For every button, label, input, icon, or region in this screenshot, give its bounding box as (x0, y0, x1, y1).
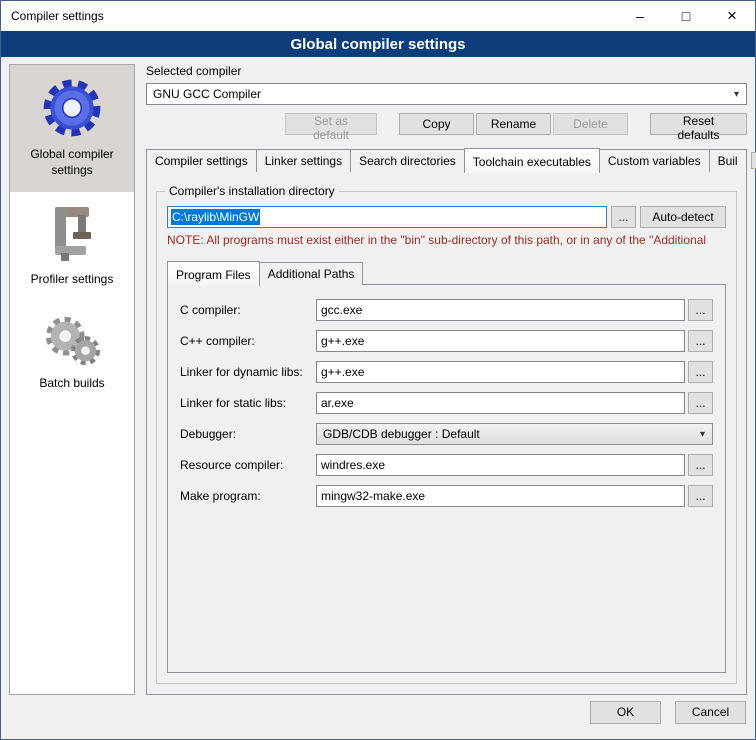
debugger-row: Debugger: GDB/CDB debugger : Default ▾ (180, 423, 713, 445)
static-linker-row: Linker for static libs: ... (180, 392, 713, 414)
tab-scroll-left-icon[interactable]: ◄ (751, 152, 756, 169)
sidebar-item-batch-builds[interactable]: Batch builds (10, 302, 134, 406)
dialog-header: Global compiler settings (1, 31, 755, 57)
make-program-label: Make program: (180, 489, 316, 503)
clamp-tool-icon (14, 202, 130, 266)
cpp-compiler-label: C++ compiler: (180, 334, 316, 348)
compiler-select[interactable]: GNU GCC Compiler ▾ (146, 83, 747, 105)
subtab-additional-paths[interactable]: Additional Paths (259, 262, 364, 285)
resource-compiler-label: Resource compiler: (180, 458, 316, 472)
settings-category-list: Global compiler settings Profiler settin… (9, 64, 135, 695)
sidebar-item-label: Batch builds (14, 376, 130, 392)
installation-directory-browse-button[interactable]: ... (611, 206, 636, 228)
sidebar-item-global-compiler-settings[interactable]: Global compiler settings (10, 65, 134, 192)
subtab-program-files[interactable]: Program Files (167, 261, 260, 286)
c-compiler-row: C compiler: ... (180, 299, 713, 321)
titlebar: Compiler settings – □ × (1, 1, 755, 31)
main-panel: Selected compiler GNU GCC Compiler ▾ Set… (146, 64, 747, 695)
chevron-down-icon: ▾ (734, 89, 739, 100)
debugger-select-value: GDB/CDB debugger : Default (323, 427, 480, 441)
c-compiler-input[interactable] (316, 299, 685, 321)
tab-custom-variables[interactable]: Custom variables (599, 149, 710, 172)
resource-compiler-input[interactable] (316, 454, 685, 476)
tab-search-directories[interactable]: Search directories (350, 149, 465, 172)
settings-tabstrip: Compiler settings Linker settings Search… (146, 148, 747, 172)
static-linker-label: Linker for static libs: (180, 396, 316, 410)
compiler-settings-window: Compiler settings – □ × Global compiler … (0, 0, 756, 740)
installation-directory-groupbox: Compiler's installation directory C:\ray… (156, 191, 737, 684)
chevron-down-icon: ▾ (700, 429, 705, 440)
minimize-button[interactable]: – (617, 1, 663, 31)
debugger-select[interactable]: GDB/CDB debugger : Default ▾ (316, 423, 713, 445)
cpp-compiler-row: C++ compiler: ... (180, 330, 713, 352)
sidebar-item-label: Global compiler settings (14, 147, 130, 178)
installation-directory-value: C:\raylib\MinGW (171, 209, 260, 225)
cpp-compiler-browse-button[interactable]: ... (688, 330, 713, 352)
tab-compiler-settings[interactable]: Compiler settings (146, 149, 257, 172)
dynamic-linker-browse-button[interactable]: ... (688, 361, 713, 383)
c-compiler-browse-button[interactable]: ... (688, 299, 713, 321)
installation-directory-input[interactable]: C:\raylib\MinGW (167, 206, 607, 228)
installation-directory-legend: Compiler's installation directory (165, 184, 339, 198)
tab-toolchain-executables[interactable]: Toolchain executables (464, 148, 600, 173)
set-as-default-button[interactable]: Set as default (285, 113, 377, 135)
autodetect-button[interactable]: Auto-detect (640, 206, 726, 228)
c-compiler-label: C compiler: (180, 303, 316, 317)
resource-compiler-row: Resource compiler: ... (180, 454, 713, 476)
dialog-body: Global compiler settings Profiler settin… (1, 57, 755, 695)
dialog-footer: OK Cancel (1, 695, 755, 739)
window-title: Compiler settings (1, 9, 104, 23)
blue-gear-icon (14, 75, 130, 141)
toolchain-executables-panel: Compiler's installation directory C:\ray… (146, 171, 747, 695)
sidebar-item-label: Profiler settings (14, 272, 130, 288)
dynamic-linker-label: Linker for dynamic libs: (180, 365, 316, 379)
titlebar-buttons: – □ × (617, 1, 755, 31)
maximize-button[interactable]: □ (663, 1, 709, 31)
gray-gears-icon (14, 312, 130, 370)
debugger-label: Debugger: (180, 427, 316, 441)
tab-linker-settings[interactable]: Linker settings (256, 149, 351, 172)
delete-button[interactable]: Delete (553, 113, 628, 135)
program-files-tabstrip: Program Files Additional Paths (167, 261, 726, 285)
bin-subdirectory-note: NOTE: All programs must exist either in … (167, 233, 726, 247)
rename-button[interactable]: Rename (476, 113, 551, 135)
resource-compiler-browse-button[interactable]: ... (688, 454, 713, 476)
tab-build-options-truncated[interactable]: Buil (709, 149, 747, 172)
static-linker-input[interactable] (316, 392, 685, 414)
dynamic-linker-row: Linker for dynamic libs: ... (180, 361, 713, 383)
program-files-panel: C compiler: ... C++ compiler: ... Linker… (167, 284, 726, 673)
selected-compiler-label: Selected compiler (146, 64, 747, 78)
compiler-buttons-row: Set as default Copy Rename Delete Reset … (146, 113, 747, 135)
compiler-select-value: GNU GCC Compiler (153, 87, 261, 101)
installation-directory-row: C:\raylib\MinGW ... Auto-detect (167, 206, 726, 228)
tab-scroll-buttons: ◄ ► (747, 152, 756, 172)
close-button[interactable]: × (709, 1, 755, 31)
make-program-browse-button[interactable]: ... (688, 485, 713, 507)
dynamic-linker-input[interactable] (316, 361, 685, 383)
copy-button[interactable]: Copy (399, 113, 474, 135)
make-program-input[interactable] (316, 485, 685, 507)
reset-defaults-button[interactable]: Reset defaults (650, 113, 747, 135)
cpp-compiler-input[interactable] (316, 330, 685, 352)
static-linker-browse-button[interactable]: ... (688, 392, 713, 414)
cancel-button[interactable]: Cancel (675, 701, 746, 724)
make-program-row: Make program: ... (180, 485, 713, 507)
sidebar-item-profiler-settings[interactable]: Profiler settings (10, 192, 134, 302)
ok-button[interactable]: OK (590, 701, 661, 724)
